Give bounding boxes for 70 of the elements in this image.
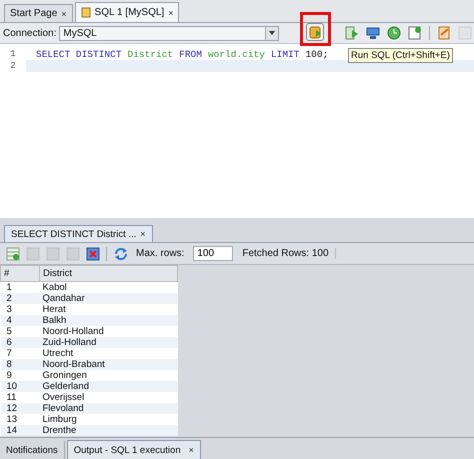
grid-icon bbox=[64, 246, 80, 262]
monitor-icon bbox=[364, 25, 380, 41]
table-cell: 10 bbox=[0, 381, 40, 392]
table-cell: Limburg bbox=[40, 414, 178, 425]
refresh-icon bbox=[112, 246, 128, 262]
document-icon bbox=[406, 25, 422, 41]
table-cell: 4 bbox=[0, 315, 40, 326]
table-cell: 3 bbox=[0, 304, 40, 315]
table-cell: 2 bbox=[0, 293, 40, 304]
table-cell: Herat bbox=[40, 304, 178, 315]
delete-icon bbox=[84, 246, 100, 262]
grid-icon bbox=[24, 246, 40, 262]
table-cell: Qandahar bbox=[40, 293, 178, 304]
table-cell: 13 bbox=[0, 414, 40, 425]
table-cell: 1 bbox=[0, 282, 40, 293]
grid-icon bbox=[44, 246, 60, 262]
table-cell: Utrecht bbox=[40, 348, 178, 359]
table-cell: 9 bbox=[0, 370, 40, 381]
sql-statement: SELECT DISTINCT District FROM world.city LIMIT 100; bbox=[36, 48, 328, 60]
table-cell: Groningen bbox=[40, 370, 178, 381]
column-header[interactable]: District bbox=[40, 266, 178, 282]
table-cell: 6 bbox=[0, 337, 40, 348]
run-statement-icon bbox=[344, 25, 360, 41]
table-cell: 14 bbox=[0, 425, 40, 436]
table-cell: Noord-Brabant bbox=[40, 359, 178, 370]
table-cell: 11 bbox=[0, 392, 40, 403]
toolbar-button[interactable] bbox=[343, 24, 360, 42]
line-number: 1 bbox=[9, 49, 17, 59]
column-header[interactable]: # bbox=[0, 266, 40, 282]
table-cell: Kabol bbox=[40, 282, 178, 293]
table-cell: Gelderland bbox=[40, 381, 178, 392]
result-toolbar-button[interactable] bbox=[84, 245, 101, 262]
toolbar-button[interactable] bbox=[364, 24, 381, 42]
table-cell: 5 bbox=[0, 326, 40, 337]
table-cell: Noord-Holland bbox=[40, 326, 178, 337]
table-cell: 12 bbox=[0, 403, 40, 414]
run-sql-icon bbox=[307, 24, 323, 40]
output-tab[interactable]: Output - SQL 1 execution × bbox=[66, 440, 201, 459]
editor-tab[interactable]: SQL 1 [MySQL] × bbox=[74, 2, 180, 22]
max-rows-label: Max. rows: bbox=[136, 248, 184, 259]
toolbar-button[interactable] bbox=[306, 23, 324, 41]
close-icon[interactable]: × bbox=[140, 229, 146, 239]
insert-row-icon bbox=[4, 246, 20, 262]
table-cell: Flevoland bbox=[40, 403, 178, 414]
history-icon bbox=[386, 25, 402, 41]
close-icon[interactable]: × bbox=[61, 8, 67, 18]
table-cell: Drenthe bbox=[40, 425, 178, 436]
grid-icon bbox=[456, 25, 472, 41]
table-cell: Balkh bbox=[40, 315, 178, 326]
edit-icon bbox=[436, 25, 452, 41]
close-icon[interactable]: × bbox=[188, 445, 194, 455]
line-number: 2 bbox=[9, 61, 17, 71]
dropdown-arrow-icon bbox=[269, 31, 275, 35]
max-rows-field[interactable]: 100 bbox=[193, 246, 234, 261]
output-tab[interactable]: Notifications bbox=[0, 441, 65, 459]
table-cell: 8 bbox=[0, 359, 40, 370]
connection-label: Connection: bbox=[3, 28, 56, 38]
toolbar-button[interactable] bbox=[385, 24, 402, 42]
connection-dropdown[interactable]: MySQL bbox=[59, 26, 279, 40]
editor-tab[interactable]: Start Page × bbox=[4, 4, 73, 22]
table-cell: Zuid-Holland bbox=[40, 337, 178, 348]
close-icon[interactable]: × bbox=[168, 8, 174, 18]
tooltip: Run SQL (Ctrl+Shift+E) bbox=[348, 48, 453, 63]
result-toolbar-button[interactable] bbox=[4, 245, 21, 262]
fetched-rows-text: Fetched Rows: 100 bbox=[242, 248, 336, 259]
result-tab[interactable]: SELECT DISTINCT District ... × bbox=[4, 225, 153, 242]
table-cell: 7 bbox=[0, 348, 40, 359]
toolbar-button[interactable] bbox=[406, 24, 423, 42]
table-cell: Overijssel bbox=[40, 392, 178, 403]
result-toolbar-button[interactable] bbox=[112, 245, 129, 262]
